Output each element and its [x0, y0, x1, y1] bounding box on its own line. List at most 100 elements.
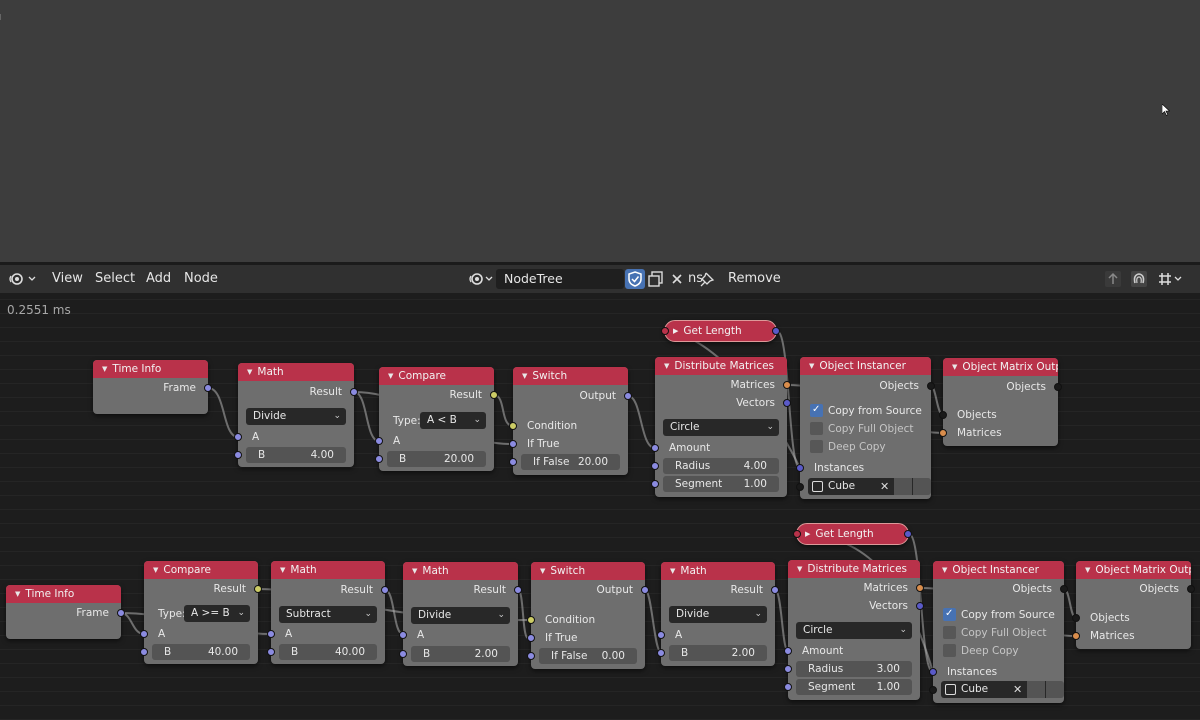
monitor-icon[interactable]	[1027, 681, 1045, 698]
deep-copy-option[interactable]: Deep Copy	[800, 438, 931, 456]
socket-object[interactable]	[929, 686, 937, 694]
number-field[interactable]: B 4.00	[246, 447, 346, 463]
checkbox[interactable]	[810, 422, 823, 435]
socket-object[interactable]	[1060, 585, 1068, 593]
node-distribute-matrices-1[interactable]: ▼ Distribute Matrices Matrices Vectors Ci…	[651, 357, 791, 497]
collapse-triangle-icon[interactable]: ▼	[280, 561, 285, 579]
number-field[interactable]: B 2.00	[669, 645, 767, 661]
collapse-triangle-icon[interactable]: ▼	[388, 367, 393, 385]
area-corner-handle[interactable]	[0, 14, 3, 20]
socket-float[interactable]	[527, 634, 535, 642]
collapse-triangle-icon[interactable]: ▶	[805, 530, 810, 538]
socket-input[interactable]	[793, 530, 801, 538]
socket-float[interactable]	[784, 647, 792, 655]
socket-float[interactable]	[651, 444, 659, 452]
socket-float[interactable]	[624, 392, 632, 400]
number-field[interactable]: B 2.00	[411, 646, 510, 662]
socket-float[interactable]	[381, 586, 389, 594]
socket-object[interactable]	[1072, 614, 1080, 622]
socket-vector[interactable]	[772, 327, 780, 335]
copy-from-source-option[interactable]: Copy from Source	[800, 401, 931, 420]
operation-dropdown[interactable]: Subtract ⌄	[279, 606, 377, 623]
socket-bool[interactable]	[527, 616, 535, 624]
socket-float[interactable]	[657, 649, 665, 657]
socket-float[interactable]	[651, 480, 659, 488]
socket-object[interactable]	[939, 411, 947, 419]
fake-user-shield-icon[interactable]	[625, 269, 645, 289]
socket-matrix[interactable]	[1072, 632, 1080, 640]
copy-full-object-option[interactable]: Copy Full Object	[800, 420, 931, 438]
socket-float[interactable]	[140, 630, 148, 638]
collapse-triangle-icon[interactable]: ▼	[664, 357, 669, 375]
node-object-matrix-output-1[interactable]: ▼ Object Matrix Outp.. Objects Objects Ma…	[939, 358, 1062, 446]
collapse-triangle-icon[interactable]: ▼	[1085, 561, 1090, 579]
collapse-triangle-icon[interactable]: ▼	[102, 360, 107, 378]
socket-float[interactable]	[267, 630, 275, 638]
checkbox-checked[interactable]	[943, 605, 956, 623]
socket-bool[interactable]	[490, 391, 498, 399]
node-time-info-2[interactable]: ▼ Time Info Frame	[6, 585, 125, 639]
compare-type-dropdown[interactable]: A < B ⌄	[420, 412, 486, 429]
socket-float[interactable]	[784, 683, 792, 691]
socket-float[interactable]	[234, 433, 242, 441]
menu-view[interactable]: View	[52, 265, 83, 293]
node-tree-name-field[interactable]: NodeTree	[496, 269, 624, 289]
socket-float[interactable]	[267, 648, 275, 656]
checkbox[interactable]	[943, 626, 956, 639]
collapse-triangle-icon[interactable]: ▼	[247, 363, 252, 381]
socket-object[interactable]	[796, 483, 804, 491]
socket-float[interactable]	[350, 388, 358, 396]
socket-input[interactable]	[661, 327, 669, 335]
monitor-icon[interactable]	[894, 478, 912, 495]
operation-dropdown[interactable]: Divide ⌄	[246, 408, 346, 425]
clear-icon[interactable]: ✕	[880, 478, 889, 495]
checkbox[interactable]	[810, 440, 823, 453]
number-field[interactable]: B 40.00	[279, 644, 377, 660]
eyedropper-icon[interactable]	[1046, 681, 1064, 698]
number-field[interactable]: If False 0.00	[539, 648, 637, 664]
number-field[interactable]: Radius 4.00	[663, 458, 779, 474]
node-math-1[interactable]: ▼ Math Result Divide ⌄ A B 4.00	[234, 363, 358, 467]
number-field[interactable]: Segment 1.00	[796, 679, 912, 695]
node-object-instancer-2[interactable]: ▼ Object Instancer Objects Copy from Sour…	[929, 561, 1068, 703]
socket-float[interactable]	[514, 586, 522, 594]
eyedropper-icon[interactable]	[913, 478, 931, 495]
node-switch-2[interactable]: ▼ Switch Output Condition If True If Fals…	[527, 562, 649, 669]
node-get-length-1[interactable]: ▶ Get Length	[661, 320, 780, 342]
snap-magnet-icon[interactable]	[1129, 269, 1149, 289]
socket-float[interactable]	[140, 648, 148, 656]
number-field[interactable]: Radius 3.00	[796, 661, 912, 677]
node-time-info-1[interactable]: ▼ Time Info Frame	[93, 360, 212, 414]
socket-matrix[interactable]	[783, 381, 791, 389]
node-object-matrix-output-2[interactable]: ▼ Object Matrix Outp.. Objects Objects Ma…	[1072, 561, 1195, 649]
socket-matrix[interactable]	[916, 584, 924, 592]
collapse-triangle-icon[interactable]: ▼	[15, 585, 20, 603]
collapse-triangle-icon[interactable]: ▼	[952, 358, 957, 376]
copy-from-source-option[interactable]: Copy from Source	[933, 605, 1064, 624]
viewport-area[interactable]	[0, 0, 1200, 264]
copy-full-object-option[interactable]: Copy Full Object	[933, 624, 1064, 642]
unlink-close-icon[interactable]	[667, 269, 687, 289]
collapse-triangle-icon[interactable]: ▼	[153, 561, 158, 579]
socket-vector[interactable]	[904, 530, 912, 538]
number-field[interactable]: B 40.00	[152, 644, 250, 660]
socket-float[interactable]	[399, 650, 407, 658]
deep-copy-option[interactable]: Deep Copy	[933, 642, 1064, 660]
socket-object[interactable]	[927, 382, 935, 390]
number-field[interactable]: If False 20.00	[521, 454, 620, 470]
duplicate-icon[interactable]	[646, 269, 666, 289]
collapse-triangle-icon[interactable]: ▼	[670, 562, 675, 580]
socket-float[interactable]	[641, 586, 649, 594]
socket-bool[interactable]	[254, 585, 262, 593]
socket-float[interactable]	[509, 440, 517, 448]
socket-float[interactable]	[234, 451, 242, 459]
operation-dropdown[interactable]: Divide ⌄	[669, 606, 767, 623]
node-compare-1[interactable]: ▼ Compare Result Type: A < B ⌄ A B 20.00	[375, 367, 498, 471]
socket-vector[interactable]	[783, 399, 791, 407]
socket-float[interactable]	[204, 384, 212, 392]
menu-select[interactable]: Select	[95, 265, 135, 293]
socket-float[interactable]	[651, 462, 659, 470]
collapse-triangle-icon[interactable]: ▶	[673, 327, 678, 335]
checkbox[interactable]	[943, 644, 956, 657]
socket-object[interactable]	[1187, 585, 1195, 593]
